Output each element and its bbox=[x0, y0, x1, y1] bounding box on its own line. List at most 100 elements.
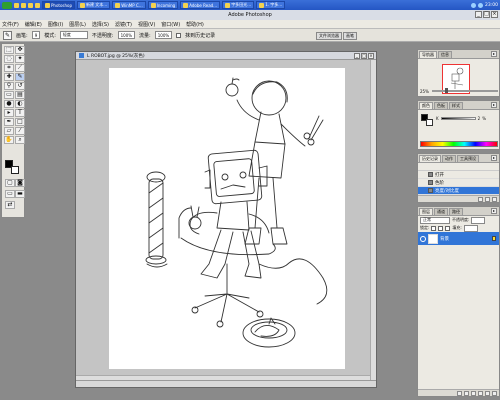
taskbar-item[interactable]: Photoshop bbox=[42, 1, 76, 9]
tab-paths[interactable]: 路径 bbox=[449, 208, 463, 215]
tray-icon[interactable] bbox=[478, 2, 484, 8]
menu-select[interactable]: 选择(S) bbox=[92, 21, 109, 28]
new-layer-icon[interactable] bbox=[485, 390, 490, 396]
doc-maximize-icon[interactable]: □ bbox=[361, 52, 367, 59]
history-checkbox[interactable] bbox=[176, 32, 182, 38]
marquee-tool-icon[interactable]: ⬚ bbox=[4, 46, 14, 54]
zoom-value[interactable]: 25% bbox=[420, 89, 429, 94]
taskbar-item[interactable]: Incoming bbox=[147, 1, 179, 9]
well-tab-file-browser[interactable]: 文件浏览器 bbox=[316, 32, 342, 40]
move-tool-icon[interactable]: ✥ bbox=[15, 46, 25, 54]
zoom-slider[interactable] bbox=[431, 88, 498, 93]
layer-mask-icon[interactable] bbox=[464, 390, 469, 396]
eraser-tool-icon[interactable]: ▭ bbox=[4, 91, 14, 99]
taskbar-item[interactable]: WinMP C… bbox=[112, 1, 146, 9]
tab-swatches[interactable]: 色板 bbox=[434, 102, 448, 109]
doc-minimize-icon[interactable]: _ bbox=[354, 52, 360, 59]
menu-layer[interactable]: 图层(L) bbox=[69, 21, 86, 28]
blur-tool-icon[interactable]: ● bbox=[4, 100, 14, 108]
path-selection-tool-icon[interactable]: ▸ bbox=[4, 109, 14, 117]
layer-style-icon[interactable] bbox=[457, 390, 462, 396]
magic-wand-tool-icon[interactable]: ✦ bbox=[15, 55, 25, 63]
clone-stamp-tool-icon[interactable]: ⚲ bbox=[4, 82, 14, 90]
menu-image[interactable]: 图像(I) bbox=[48, 21, 63, 28]
dodge-tool-icon[interactable]: ◐ bbox=[15, 100, 25, 108]
tab-actions[interactable]: 动作 bbox=[442, 155, 456, 162]
tool-preset-picker[interactable]: ✎ bbox=[3, 30, 12, 40]
mode-select[interactable]: 轻度 bbox=[59, 31, 88, 39]
minimize-icon[interactable]: _ bbox=[475, 11, 482, 18]
layer-row[interactable]: 背景 bbox=[418, 232, 499, 245]
tab-channels[interactable]: 通道 bbox=[434, 208, 448, 215]
history-item[interactable]: 色阶 bbox=[418, 179, 499, 187]
maximize-icon[interactable]: □ bbox=[483, 11, 490, 18]
taskbar-item[interactable]: Adobe Read… bbox=[180, 1, 221, 9]
jump-to-imageready-icon[interactable]: ⇄ bbox=[5, 201, 15, 209]
new-set-icon[interactable] bbox=[471, 390, 476, 396]
pen-tool-icon[interactable]: ✒ bbox=[4, 118, 14, 126]
panel-menu-icon[interactable]: ▸ bbox=[491, 102, 497, 108]
menu-view[interactable]: 视图(V) bbox=[138, 21, 155, 28]
k-channel-value[interactable]: 2 bbox=[478, 116, 481, 121]
tab-history[interactable]: 历史记录 bbox=[419, 155, 441, 162]
panel-menu-icon[interactable]: ▸ bbox=[491, 155, 497, 161]
start-button[interactable] bbox=[2, 1, 12, 9]
lasso-tool-icon[interactable]: ◌ bbox=[4, 55, 14, 63]
menu-file[interactable]: 文件(F) bbox=[2, 21, 19, 28]
shape-tool-icon[interactable]: □ bbox=[15, 118, 25, 126]
tab-tool-presets[interactable]: 工具预设 bbox=[457, 155, 479, 162]
standard-mode-icon[interactable]: ▢ bbox=[5, 179, 15, 187]
healing-brush-tool-icon[interactable]: ✚ bbox=[4, 73, 14, 81]
canvas[interactable] bbox=[109, 68, 345, 369]
history-brush-tool-icon[interactable]: ↺ bbox=[15, 82, 25, 90]
tab-styles[interactable]: 样式 bbox=[449, 102, 463, 109]
slice-tool-icon[interactable]: ⟋ bbox=[15, 64, 25, 72]
screen-mode-standard-icon[interactable]: ▭ bbox=[5, 190, 15, 198]
history-snapshot-row[interactable] bbox=[418, 163, 499, 171]
tab-color[interactable]: 颜色 bbox=[419, 102, 433, 109]
document-titlebar[interactable]: L ROBOT.jpg @ 25%(灰色) _ □ × bbox=[76, 52, 376, 60]
zoom-tool-icon[interactable]: ⌕ bbox=[15, 136, 25, 144]
trash-icon[interactable] bbox=[492, 390, 497, 396]
quicklaunch-icon[interactable] bbox=[21, 2, 26, 8]
panel-menu-icon[interactable]: ▸ bbox=[491, 208, 497, 214]
history-item[interactable]: 亮度/对比度 bbox=[418, 187, 499, 195]
tab-navigator[interactable]: 导航器 bbox=[419, 51, 437, 58]
fill-field[interactable] bbox=[463, 224, 478, 232]
type-tool-icon[interactable]: T bbox=[15, 109, 25, 117]
taskbar-item[interactable]: 新建 文本… bbox=[77, 1, 111, 9]
panel-menu-icon[interactable]: ▸ bbox=[491, 51, 497, 57]
notes-tool-icon[interactable]: ▱ bbox=[4, 127, 14, 135]
brush-tool-icon[interactable]: ✎ bbox=[15, 73, 25, 81]
lock-pixels-checkbox[interactable] bbox=[438, 225, 444, 231]
crop-tool-icon[interactable]: ⌗ bbox=[4, 64, 14, 72]
adjustment-layer-icon[interactable] bbox=[478, 390, 483, 396]
menu-window[interactable]: 窗口(W) bbox=[161, 21, 180, 28]
new-document-icon[interactable] bbox=[478, 196, 483, 202]
k-channel-slider[interactable] bbox=[440, 117, 476, 120]
lock-position-checkbox[interactable] bbox=[445, 225, 451, 231]
quicklaunch-icon[interactable] bbox=[35, 2, 40, 8]
visibility-eye-icon[interactable] bbox=[420, 235, 426, 242]
menu-filter[interactable]: 滤镜(T) bbox=[115, 21, 132, 28]
color-background-swatch[interactable] bbox=[426, 119, 433, 126]
taskbar-item[interactable]: 1. 宇多… bbox=[256, 1, 286, 9]
blend-mode-select[interactable]: 正常 bbox=[420, 216, 450, 224]
history-item[interactable]: 打开 bbox=[418, 171, 499, 179]
color-spectrum-bar[interactable] bbox=[420, 141, 498, 147]
tab-layers[interactable]: 图层 bbox=[419, 208, 433, 215]
hand-tool-icon[interactable]: ✋ bbox=[4, 136, 14, 144]
background-color-swatch[interactable] bbox=[11, 166, 19, 174]
zoom-slider-knob[interactable] bbox=[445, 88, 449, 93]
vertical-scrollbar[interactable] bbox=[370, 60, 376, 380]
flow-field[interactable]: 100% bbox=[154, 31, 173, 39]
tray-icon[interactable] bbox=[471, 2, 477, 8]
well-tab-brushes[interactable]: 画笔 bbox=[343, 32, 357, 40]
taskbar-item[interactable]: 宇多田光… bbox=[222, 1, 255, 9]
close-icon[interactable]: × bbox=[491, 11, 498, 18]
quicklaunch-icon[interactable] bbox=[14, 2, 19, 8]
brush-size-field[interactable]: 9 bbox=[31, 31, 41, 39]
doc-close-icon[interactable]: × bbox=[368, 52, 374, 59]
trash-icon[interactable] bbox=[492, 196, 497, 202]
new-snapshot-icon[interactable] bbox=[485, 196, 490, 202]
